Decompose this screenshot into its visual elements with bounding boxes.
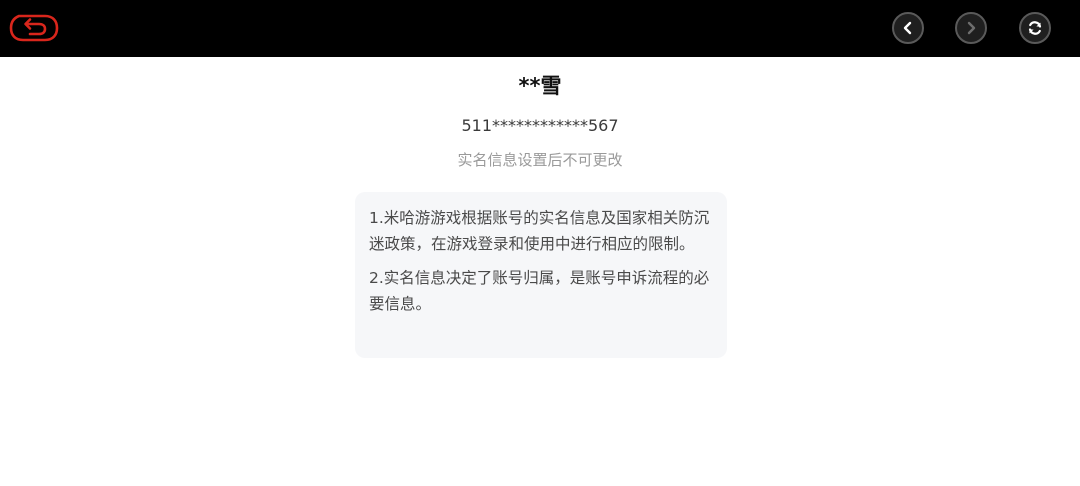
back-button[interactable] xyxy=(9,12,59,44)
notice-item: 2.实名信息决定了账号归属，是账号申诉流程的必要信息。 xyxy=(369,269,710,313)
id-number: 511************567 xyxy=(461,116,619,135)
back-arrow-icon xyxy=(9,14,59,42)
notice-card: 1.米哈游游戏根据账号的实名信息及国家相关防沉迷政策，在游戏登录和使用中进行相应… xyxy=(355,192,727,358)
immutable-hint: 实名信息设置后不可更改 xyxy=(457,151,623,169)
real-name: **雪 xyxy=(518,74,562,98)
next-page-button[interactable] xyxy=(955,12,987,44)
chevron-right-icon xyxy=(967,21,976,35)
chevron-left-icon xyxy=(903,21,912,35)
refresh-icon xyxy=(1028,21,1042,35)
refresh-button[interactable] xyxy=(1019,12,1051,44)
top-toolbar xyxy=(0,0,1080,57)
previous-page-button[interactable] xyxy=(892,12,924,44)
notice-item: 1.米哈游游戏根据账号的实名信息及国家相关防沉迷政策，在游戏登录和使用中进行相应… xyxy=(369,209,710,253)
